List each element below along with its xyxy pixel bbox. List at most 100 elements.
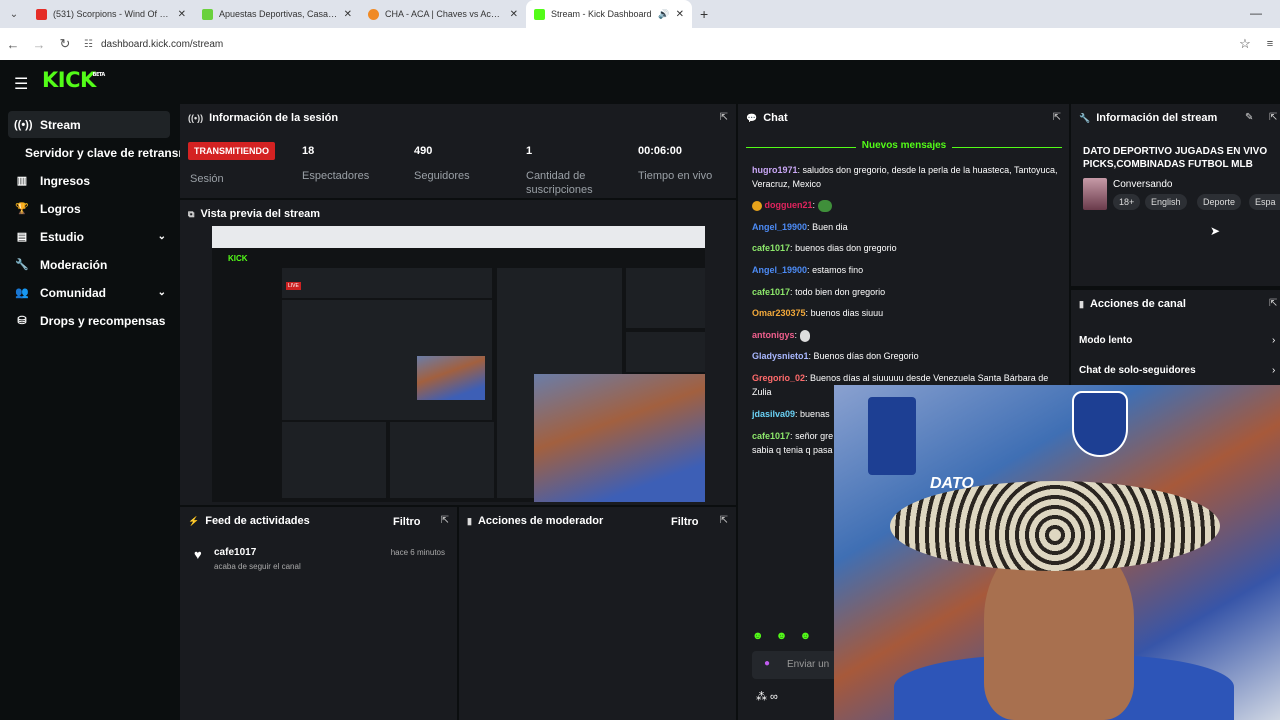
browser-tab[interactable]: (531) Scorpions - Wind Of Char ✕ xyxy=(28,0,194,28)
chevron-right-icon[interactable]: › xyxy=(1272,365,1275,376)
chat-text: buenos dias don gregorio xyxy=(795,243,897,253)
chevron-down-icon[interactable]: ⌄ xyxy=(158,231,166,242)
category-name[interactable]: Conversando xyxy=(1113,179,1172,190)
chat-message: Angel_19900: estamos fino xyxy=(752,265,864,275)
preview-browser-bar xyxy=(212,226,705,248)
url-field[interactable]: ☷ dashboard.kick.com/stream xyxy=(84,39,1230,50)
sidebar-item-label: Ingresos xyxy=(40,173,91,188)
popout-icon[interactable]: ⇱ xyxy=(720,515,728,526)
browser-tab-active[interactable]: Stream - Kick Dashboard 🔊 ✕ xyxy=(526,0,692,28)
chat-username[interactable]: Angel_19900 xyxy=(752,265,807,275)
stat-subs-value: 1 xyxy=(526,145,533,157)
chevron-down-icon[interactable]: ⌄ xyxy=(158,287,166,298)
panel-title: 💬 Chat xyxy=(746,112,788,124)
webcam-overlay-text: DATO xyxy=(930,475,974,492)
logo-beta-badge: BETA xyxy=(92,72,106,78)
kick-logo[interactable]: KICK BETA xyxy=(42,68,105,92)
site-favicon-icon xyxy=(368,8,379,20)
preview-block xyxy=(282,422,386,498)
chat-input[interactable]: ● Enviar un xyxy=(752,651,842,679)
chat-username[interactable]: Gregorio_02 xyxy=(752,373,805,383)
tab-title: (531) Scorpions - Wind Of Char xyxy=(53,9,172,19)
popout-icon[interactable]: ⇱ xyxy=(1053,112,1061,123)
chat-username[interactable]: dogguen21 xyxy=(765,200,813,210)
chat-message: Omar230375: buenos dias siuuu xyxy=(752,308,884,318)
sidebar-item-stream[interactable]: ((•)) Stream xyxy=(8,111,170,138)
sidebar-item-estudio[interactable]: ▤ Estudio ⌄ xyxy=(8,223,170,250)
edit-pencil-icon[interactable]: ✎ xyxy=(1245,112,1253,123)
new-messages-divider[interactable]: Nuevos mensajes xyxy=(746,140,1062,151)
hamburger-menu-icon[interactable]: ☰ xyxy=(14,74,28,94)
chat-settings-icon[interactable]: ⁂ ∞ xyxy=(756,690,778,703)
preview-block xyxy=(626,268,705,328)
preview-title: Vista previa del stream xyxy=(200,208,321,220)
minimize-window-icon[interactable]: — xyxy=(1250,6,1262,20)
chat-username[interactable]: Omar230375 xyxy=(752,308,806,318)
live-status-badge: TRANSMITIENDO xyxy=(188,142,275,160)
popout-icon[interactable]: ⇱ xyxy=(720,112,728,123)
sidebar-item-server-key[interactable]: Servidor y clave de retransmisión xyxy=(25,146,180,160)
people-icon: 👥 xyxy=(15,287,29,299)
chat-username[interactable]: cafe1017 xyxy=(752,243,790,253)
feed-user[interactable]: cafe1017 xyxy=(214,547,256,558)
slow-mode-toggle[interactable]: Modo lento xyxy=(1079,335,1132,346)
mouse-cursor-icon: ➤ xyxy=(1210,224,1221,238)
heart-icon: ♥ xyxy=(194,547,202,562)
sidebar-item-ingresos[interactable]: ▥ Ingresos xyxy=(8,167,170,194)
chat-username[interactable]: cafe1017 xyxy=(752,287,790,297)
forward-arrow-icon[interactable]: → xyxy=(26,37,52,52)
broadcast-icon: ((•)) xyxy=(188,113,204,123)
popout-icon[interactable]: ⇱ xyxy=(1269,298,1277,309)
stat-viewers-value: 18 xyxy=(302,145,315,157)
wrench-icon: 🔧 xyxy=(15,259,29,271)
chat-username[interactable]: cafe1017 xyxy=(752,431,790,441)
activity-feed-panel: ⚡ Feed de actividades Filtro ⇱ ♥ cafe1017… xyxy=(180,507,457,720)
session-title: Información de la sesión xyxy=(209,112,339,124)
chevron-right-icon[interactable]: › xyxy=(1272,335,1275,346)
close-tab-icon[interactable]: ✕ xyxy=(344,9,352,20)
sidebar-item-drops[interactable]: ⛁ Drops y recompensas xyxy=(8,307,170,334)
youtube-favicon-icon xyxy=(36,8,47,20)
extensions-icon[interactable]: ≡ xyxy=(1260,38,1280,50)
chat-username[interactable]: jdasilva09 xyxy=(752,409,795,419)
category-thumbnail xyxy=(1083,178,1107,210)
mic-icon[interactable]: ● xyxy=(764,658,770,669)
stream-preview-video[interactable]: KICK LIVE xyxy=(212,226,705,502)
close-tab-icon[interactable]: ✕ xyxy=(676,9,684,20)
modactions-filter-button[interactable]: Filtro xyxy=(671,516,699,528)
chat-username[interactable]: Gladysnieto1 xyxy=(752,351,809,361)
stat-subs-label: Cantidad de suscripciones xyxy=(526,170,593,196)
bookmark-star-icon[interactable]: ☆ xyxy=(1230,36,1260,52)
browser-tab[interactable]: Apuestas Deportivas, Casa de A ✕ xyxy=(194,0,360,28)
site-settings-icon[interactable]: ☷ xyxy=(84,39,93,50)
preview-block xyxy=(282,268,492,298)
close-tab-icon[interactable]: ✕ xyxy=(510,9,518,20)
panel-title: ⚡ Feed de actividades xyxy=(188,515,310,527)
back-arrow-icon[interactable]: ← xyxy=(0,37,26,52)
chat-username[interactable]: antonigys xyxy=(752,330,795,340)
panel-title: ⧉ Vista previa del stream xyxy=(188,208,320,220)
sidebar: ((•)) Stream Servidor y clave de retrans… xyxy=(0,104,180,720)
logo-text: KICK xyxy=(42,68,96,92)
chat-username[interactable]: Angel_19900 xyxy=(752,222,807,232)
quick-emotes[interactable]: ☻ ☻ ☻ xyxy=(752,630,811,642)
channel-actions-title: Acciones de canal xyxy=(1089,298,1186,310)
tab-search-icon[interactable]: ⌄ xyxy=(0,9,28,20)
close-tab-icon[interactable]: ✕ xyxy=(178,9,186,20)
feed-time: hace 6 minutos xyxy=(390,548,445,557)
activity-filter-button[interactable]: Filtro xyxy=(393,516,421,528)
browser-tab[interactable]: CHA - ACA | Chaves vs Academ ✕ xyxy=(360,0,526,28)
tag-chip: Deporte xyxy=(1197,194,1242,210)
popout-icon[interactable]: ⇱ xyxy=(441,515,449,526)
reload-icon[interactable]: ↻ xyxy=(52,36,78,52)
popout-icon[interactable]: ⇱ xyxy=(1269,112,1277,123)
sidebar-item-logros[interactable]: 🏆 Logros xyxy=(8,195,170,222)
chart-icon: ▥ xyxy=(16,175,28,187)
new-tab-plus-icon[interactable]: + xyxy=(700,6,708,22)
sidebar-item-moderacion[interactable]: 🔧 Moderación xyxy=(8,251,170,278)
chat-username[interactable]: hugro1971 xyxy=(752,165,798,175)
emote-icon xyxy=(799,329,810,342)
sidebar-item-comunidad[interactable]: 👥 Comunidad ⌄ xyxy=(8,279,170,306)
followers-only-toggle[interactable]: Chat de solo-seguidores xyxy=(1079,365,1196,376)
speaker-icon[interactable]: 🔊 xyxy=(658,9,669,20)
